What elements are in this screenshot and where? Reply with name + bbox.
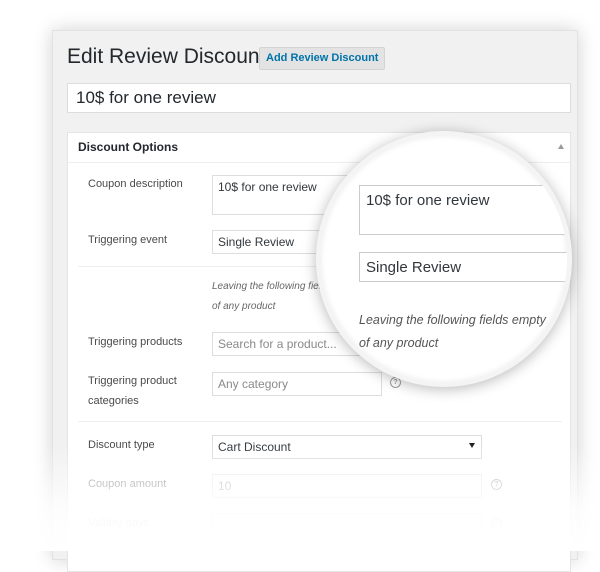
help-icon[interactable]: ?: [491, 479, 502, 490]
validity-input[interactable]: [212, 513, 482, 537]
triggering-products-label: Triggering products: [88, 336, 183, 348]
triggering-event-label: Triggering event: [88, 234, 168, 246]
magnified-triggering-event: Single Review: [359, 252, 567, 282]
magnified-coupon-description: 10$ for one review: [359, 185, 567, 235]
empty-fields-note-line1: Leaving the following fiel: [212, 281, 321, 292]
add-review-discount-button[interactable]: Add Review Discount: [259, 47, 386, 70]
discount-options-title: Discount Options: [78, 140, 178, 154]
discount-type-select[interactable]: Cart Discount: [212, 435, 482, 459]
coupon-amount-input[interactable]: 10: [212, 474, 482, 498]
coupon-amount-label: Coupon amount: [88, 478, 167, 490]
collapse-toggle-icon[interactable]: [558, 144, 564, 149]
magnifier-lens: 10$ for one review Single Review Leaving…: [316, 131, 572, 387]
chevron-down-icon: [469, 443, 475, 448]
page-title: Edit Review Discount: [67, 45, 266, 68]
triggering-categories-input[interactable]: Any category: [212, 372, 382, 396]
triggering-categories-label-line1: Triggering product: [88, 375, 177, 387]
section-divider: [78, 421, 562, 422]
discount-type-value: Cart Discount: [218, 440, 291, 454]
triggering-categories-label-line2: categories: [88, 395, 139, 407]
empty-fields-note-line2: of any product: [212, 301, 276, 312]
help-icon[interactable]: ?: [491, 518, 502, 529]
magnified-note-line1: Leaving the following fields empty: [359, 313, 546, 327]
validity-label: Validity days: [88, 517, 149, 529]
coupon-description-label: Coupon description: [88, 178, 183, 190]
discount-type-label: Discount type: [88, 439, 155, 451]
post-title-input[interactable]: 10$ for one review: [67, 83, 571, 113]
magnified-note-line2: of any product: [359, 336, 439, 350]
